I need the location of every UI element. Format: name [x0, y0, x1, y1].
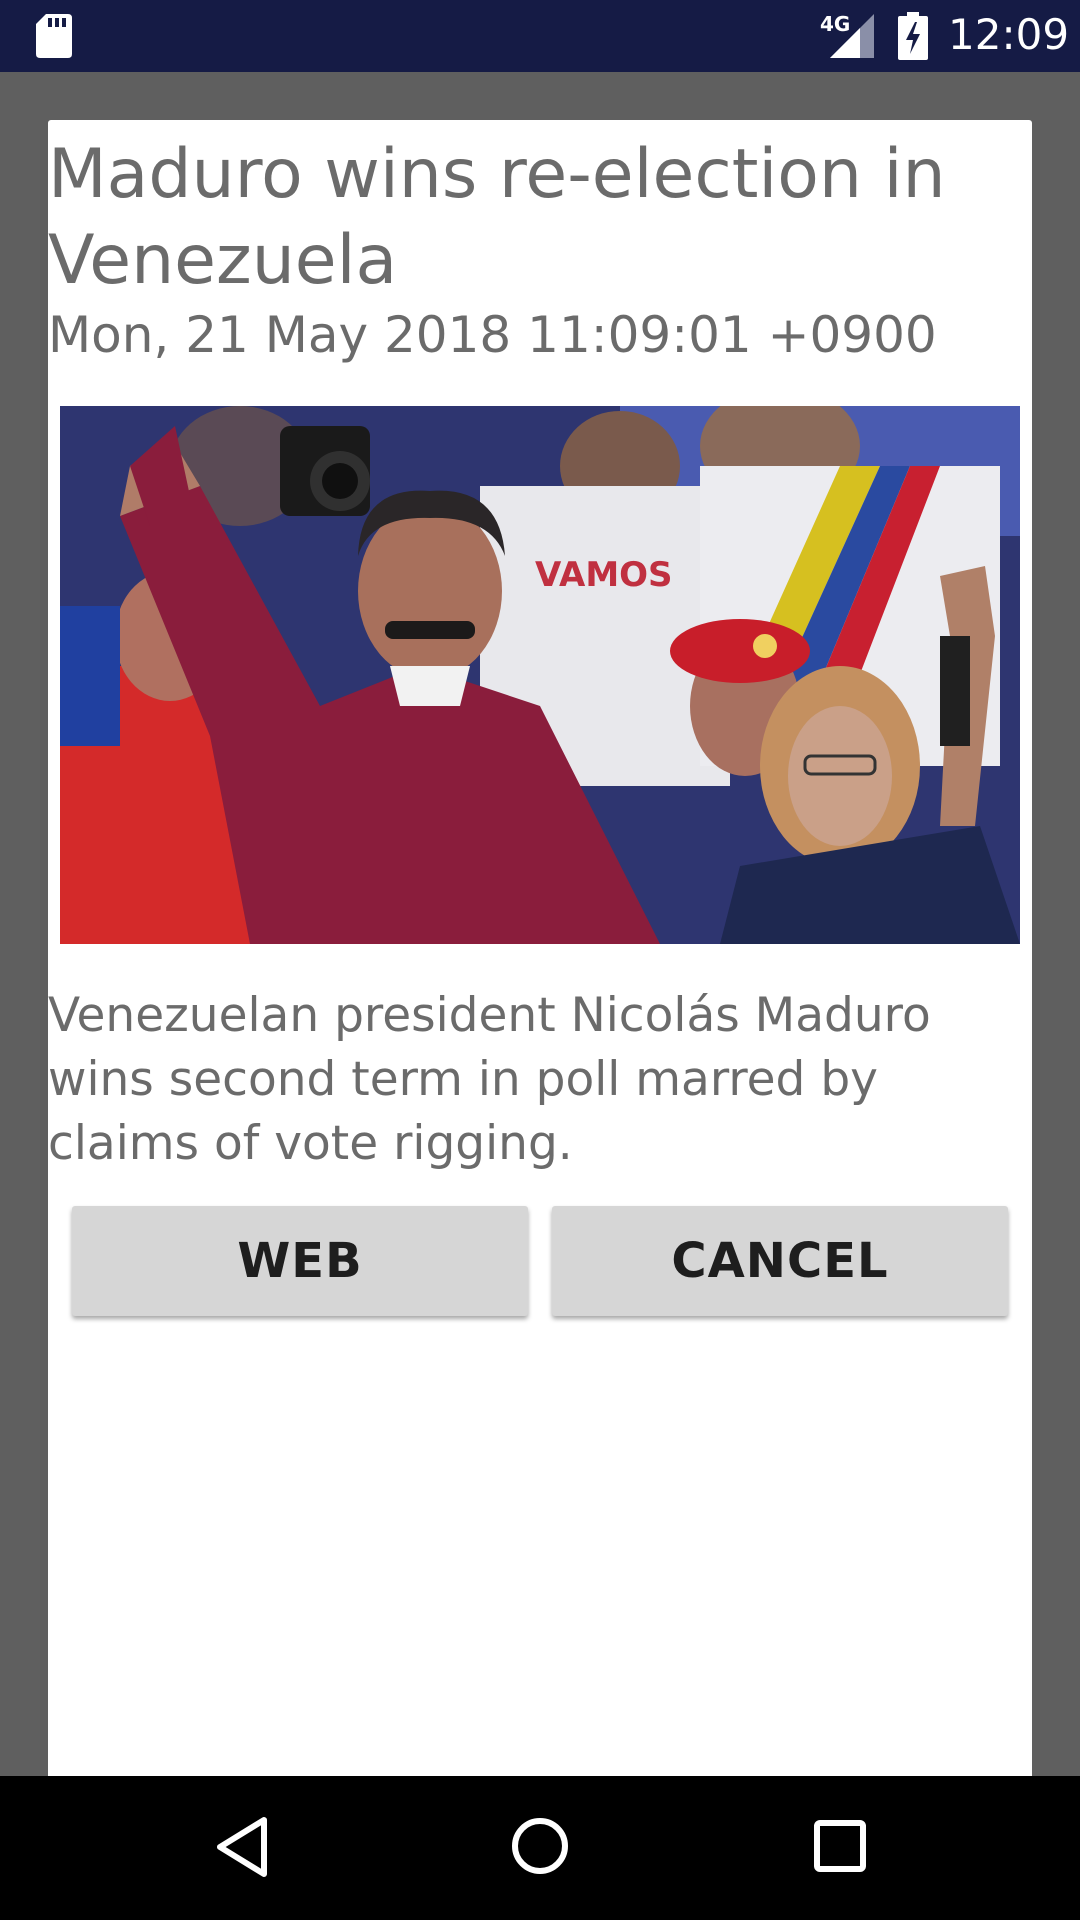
- article-title: Maduro wins re-election in Venezuela: [48, 135, 946, 300]
- screen: 4G 12:09 Maduro wins re-election in Vene…: [0, 0, 1080, 1920]
- battery-charging-icon: [898, 12, 928, 60]
- article-date: Mon, 21 May 2018 11:09:01 +0900: [48, 306, 937, 364]
- sd-card-icon: [36, 14, 72, 58]
- recents-icon[interactable]: [814, 1820, 866, 1872]
- back-icon[interactable]: [214, 1816, 270, 1878]
- news-photo-illustration: VAMOS: [60, 406, 1020, 944]
- news-dialog: Maduro wins re-election in Venezuela Mon…: [48, 120, 1032, 1800]
- signal-icon: [830, 14, 874, 58]
- news-photo: VAMOS: [60, 406, 1020, 944]
- article-description: Venezuelan president Nicolás Maduro wins…: [48, 988, 931, 1171]
- web-button[interactable]: WEB: [72, 1206, 528, 1316]
- cancel-button[interactable]: CANCEL: [552, 1206, 1008, 1316]
- svg-text:VAMOS: VAMOS: [535, 555, 673, 595]
- clock: 12:09: [948, 10, 1070, 59]
- navigation-bar: [0, 1776, 1080, 1920]
- home-icon[interactable]: [510, 1816, 570, 1876]
- status-bar: 4G 12:09: [0, 0, 1080, 72]
